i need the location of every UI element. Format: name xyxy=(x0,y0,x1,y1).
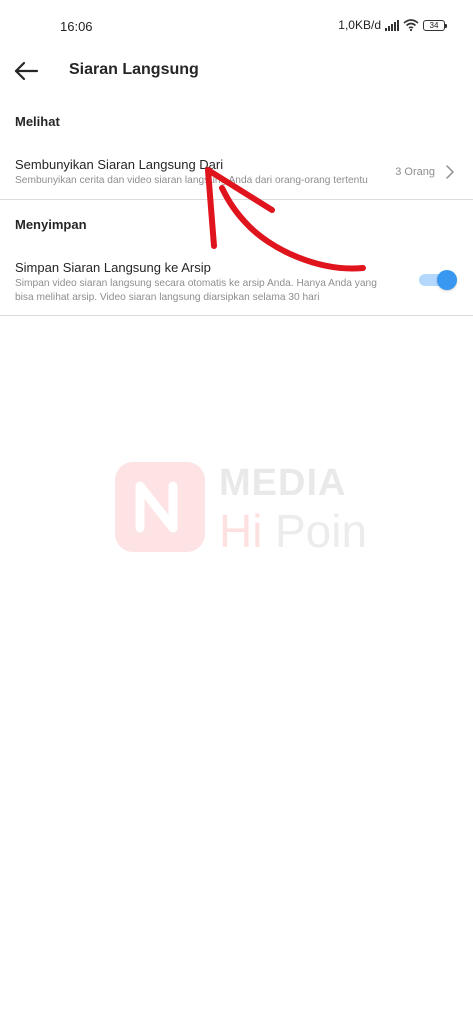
hide-live-subtitle: Sembunyikan cerita dan video siaran lang… xyxy=(15,175,368,186)
save-to-archive-toggle[interactable] xyxy=(417,269,457,291)
status-bar: 16:06 1,0KB/d 34 xyxy=(0,0,473,52)
watermark-media: MEDIA xyxy=(219,462,347,504)
toggle-thumb xyxy=(437,270,457,290)
status-time: 16:06 xyxy=(60,19,93,34)
save-to-archive-subtitle-line2: bisa melihat arsip. Video siaran langsun… xyxy=(15,292,320,303)
section-header-saving: Menyimpan xyxy=(15,217,87,232)
wifi-icon xyxy=(403,19,419,31)
signal-icon xyxy=(385,19,399,31)
save-to-archive-title: Simpan Siaran Langsung ke Arsip xyxy=(15,260,211,275)
network-speed: 1,0KB/d xyxy=(338,18,381,32)
back-button[interactable] xyxy=(12,56,42,86)
hidden-people-count: 3 Orang xyxy=(395,166,435,178)
status-indicators: 1,0KB/d 34 xyxy=(338,18,447,32)
save-to-archive-row[interactable]: Simpan Siaran Langsung ke Arsip Simpan v… xyxy=(0,252,473,314)
section-header-viewing: Melihat xyxy=(15,114,60,129)
watermark-hi: Hi xyxy=(219,505,263,557)
watermark-logo-icon xyxy=(115,462,205,552)
save-to-archive-subtitle-line1: Simpan video siaran langsung secara otom… xyxy=(15,278,377,289)
app-header: Siaran Langsung xyxy=(0,52,473,92)
watermark-poin: Poin xyxy=(275,505,368,557)
arrow-left-icon xyxy=(14,61,39,81)
chevron-right-icon xyxy=(446,165,454,179)
divider xyxy=(0,315,473,316)
divider xyxy=(0,199,473,200)
hide-live-title: Sembunyikan Siaran Langsung Dari xyxy=(15,157,224,172)
battery-icon: 34 xyxy=(423,19,447,31)
page-title: Siaran Langsung xyxy=(69,61,199,78)
watermark: MEDIA Hi Poin xyxy=(115,462,375,557)
hide-live-from-row[interactable]: Sembunyikan Siaran Langsung Dari Sembuny… xyxy=(0,148,473,200)
